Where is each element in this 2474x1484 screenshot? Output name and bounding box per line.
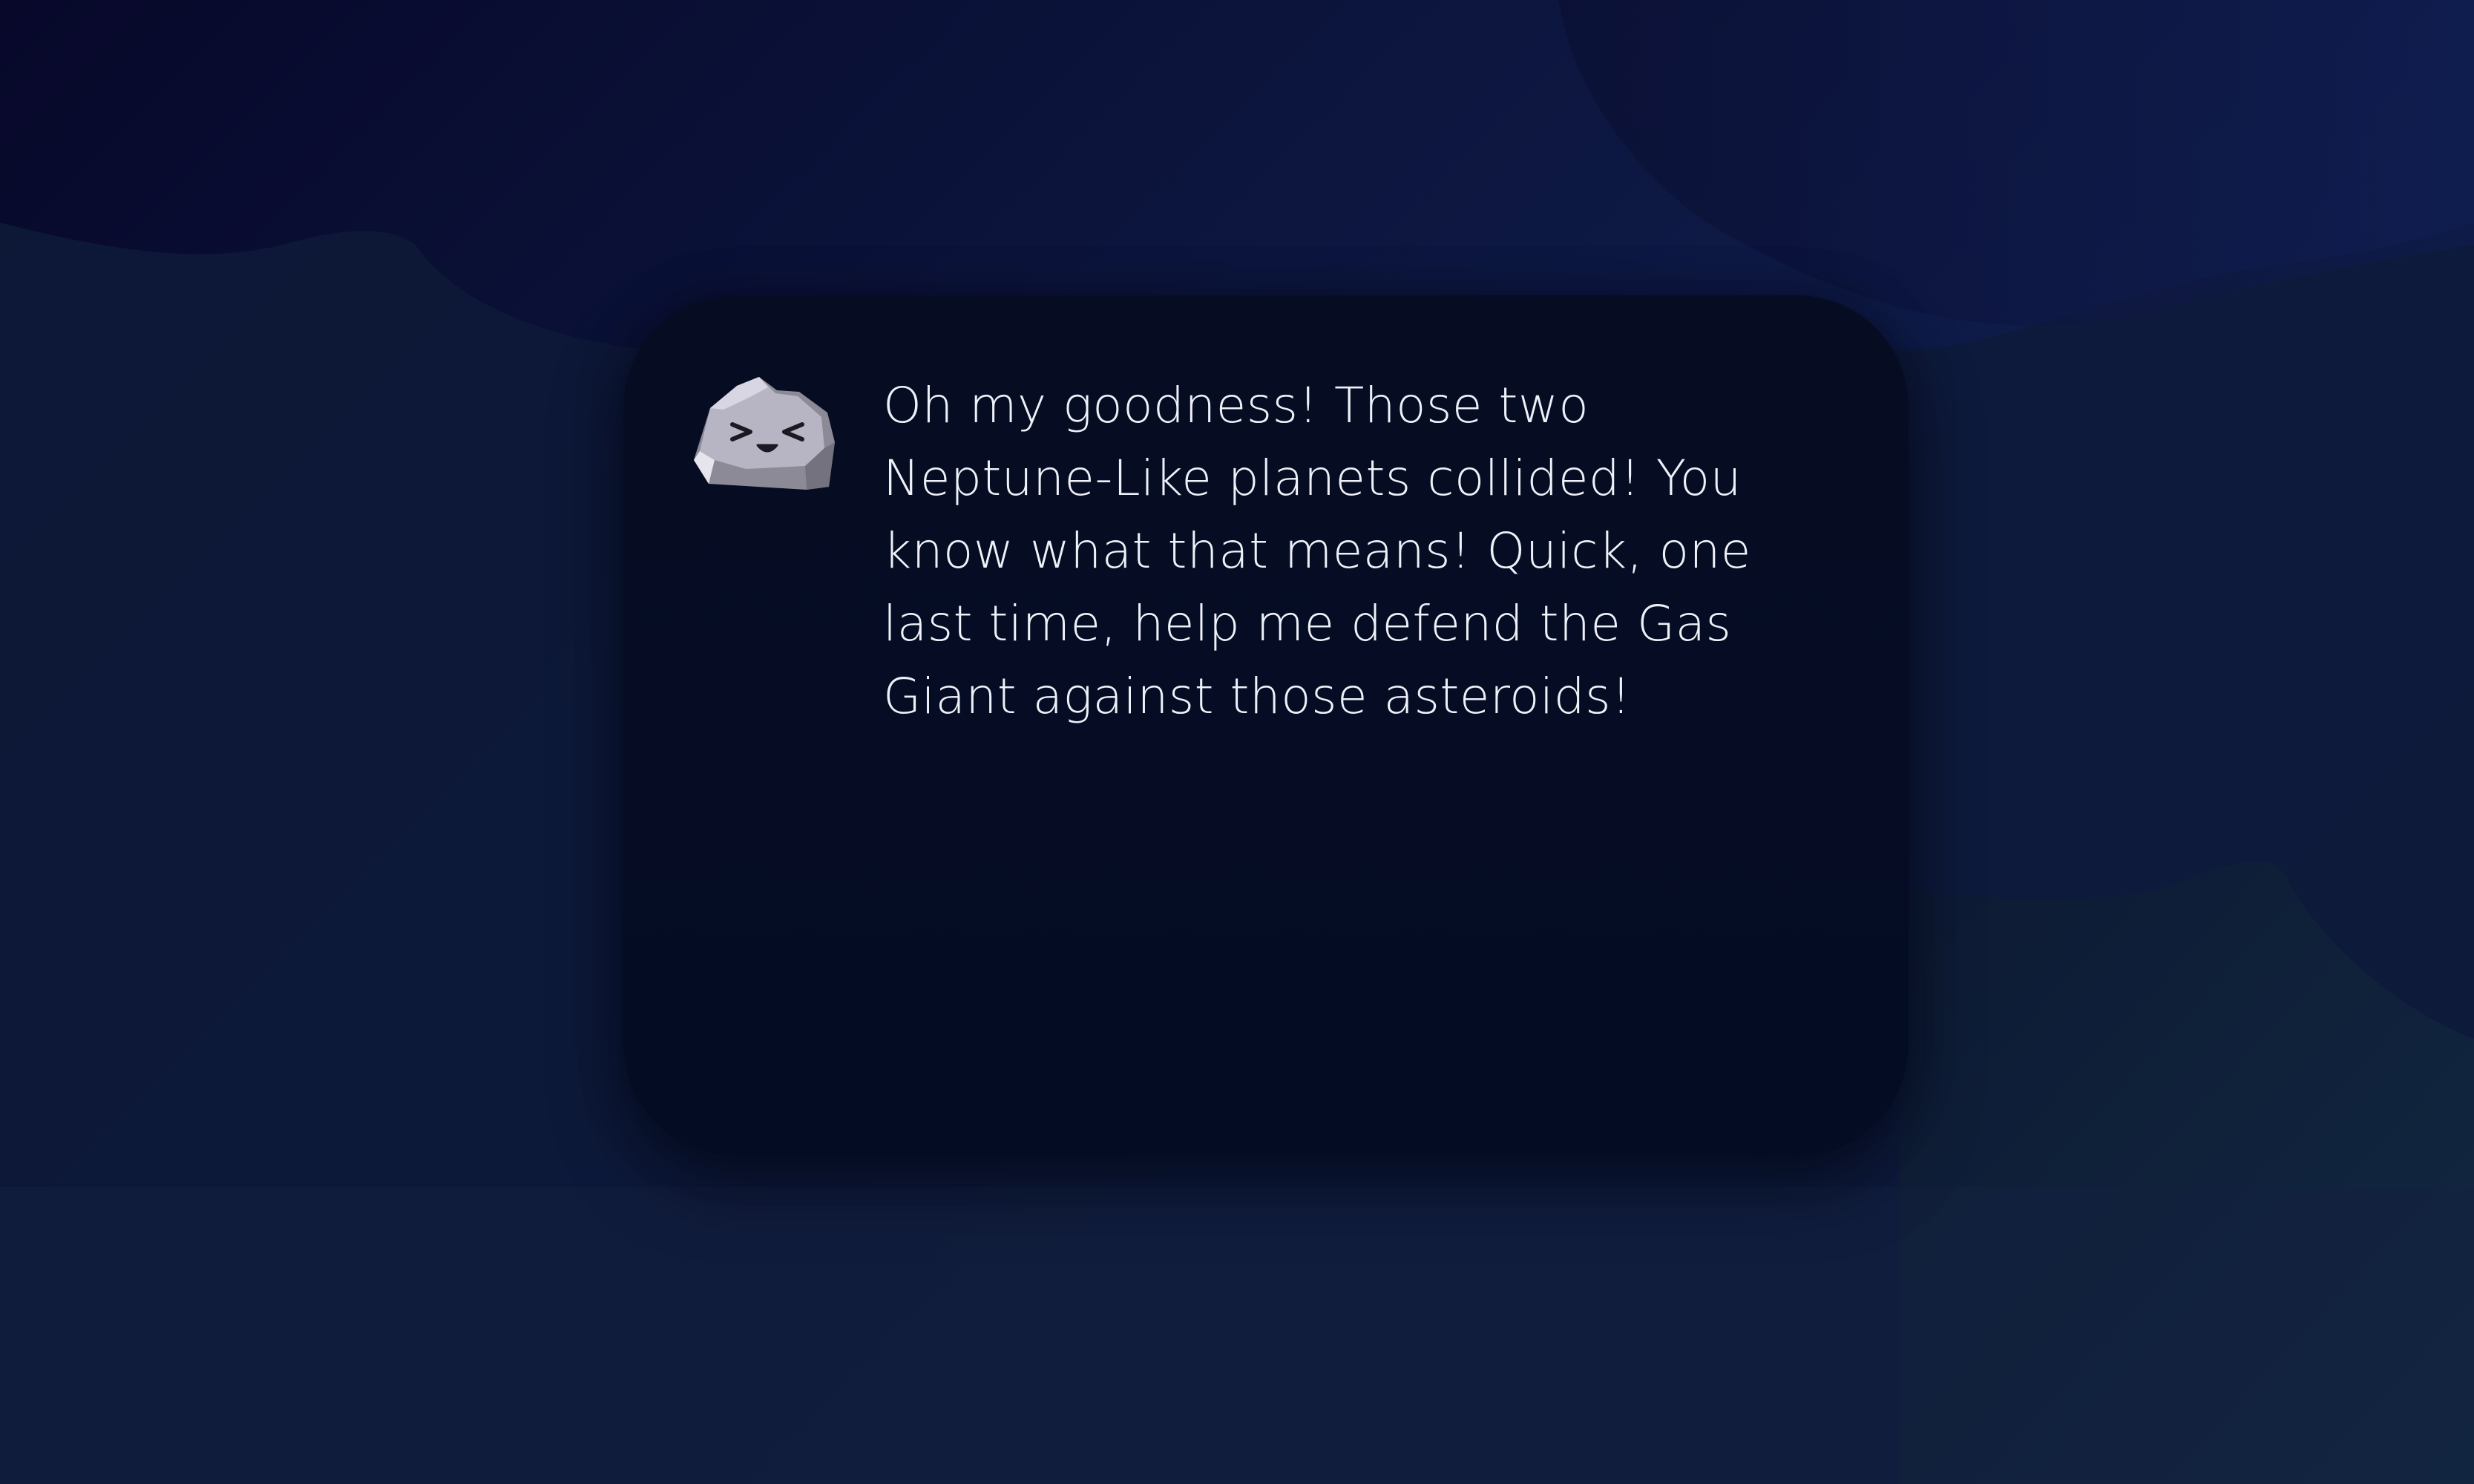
asteroid-character-icon — [694, 377, 835, 490]
dialog-text: Oh my goodness! Those two Neptune-Like p… — [883, 377, 1751, 725]
game-scene: Oh my goodness! Those two Neptune-Like p… — [0, 0, 2474, 1484]
background-floor-haze — [0, 1187, 2474, 1484]
asteroid-body-light — [700, 377, 824, 469]
dialog-box[interactable]: Oh my goodness! Those two Neptune-Like p… — [623, 295, 1909, 1156]
